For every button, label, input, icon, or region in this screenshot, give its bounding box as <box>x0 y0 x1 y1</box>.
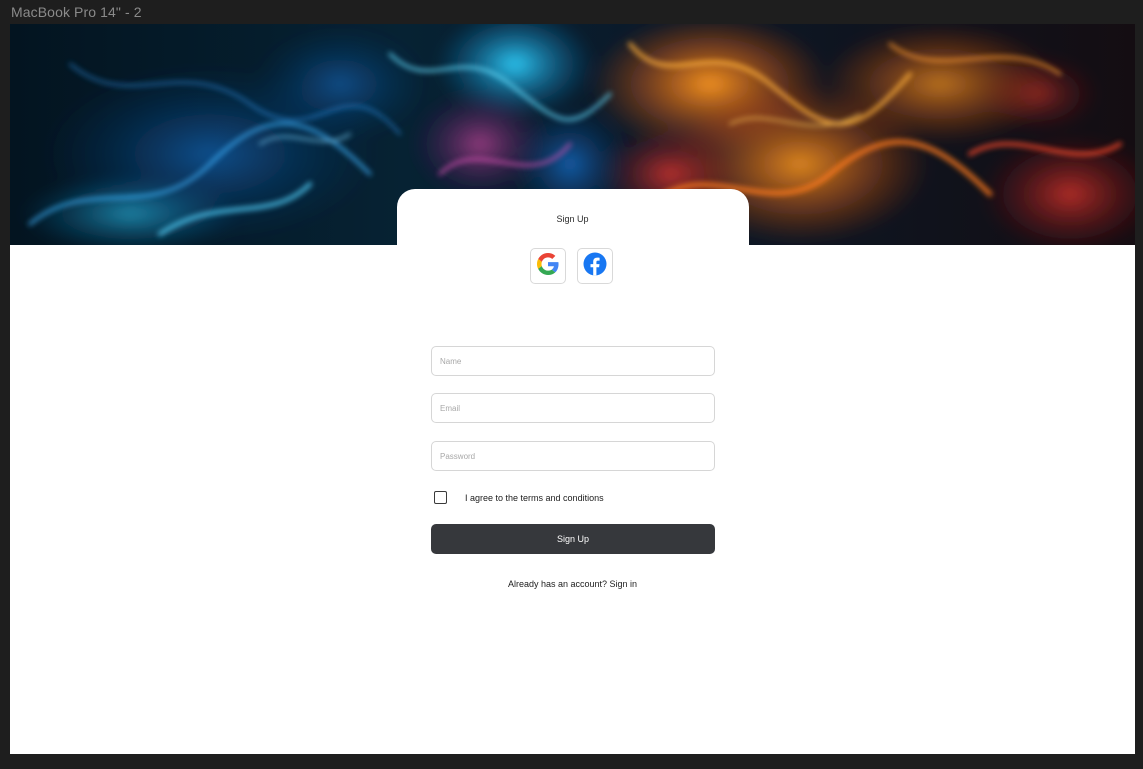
name-field[interactable] <box>431 346 715 376</box>
signin-link[interactable]: Already has an account? Sign in <box>10 579 1135 589</box>
artboard: Sign Up I agree to the terms and conditi… <box>10 24 1135 754</box>
terms-checkbox[interactable] <box>434 491 447 504</box>
signup-button[interactable]: Sign Up <box>431 524 715 554</box>
password-field[interactable] <box>431 441 715 471</box>
terms-label: I agree to the terms and conditions <box>465 493 604 503</box>
frame-label: MacBook Pro 14" - 2 <box>11 4 142 20</box>
signup-card <box>397 189 749 309</box>
facebook-signin-button[interactable] <box>577 248 613 284</box>
facebook-icon <box>583 252 607 281</box>
signup-title: Sign Up <box>556 214 589 224</box>
google-icon <box>537 252 559 280</box>
email-field[interactable] <box>431 393 715 423</box>
google-signin-button[interactable] <box>530 248 566 284</box>
